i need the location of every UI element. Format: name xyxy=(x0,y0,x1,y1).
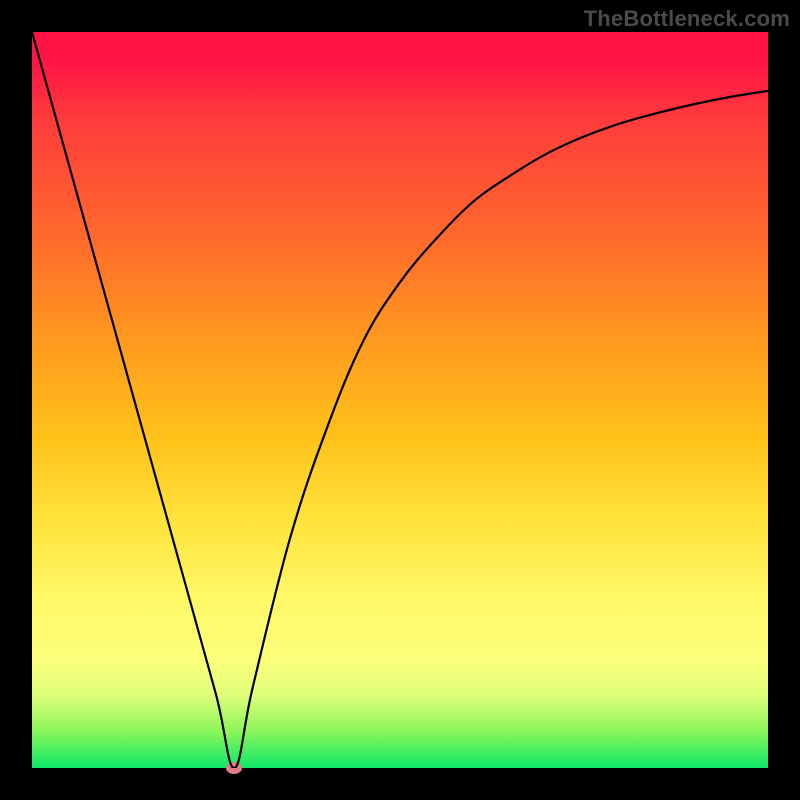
curve-path xyxy=(32,32,768,768)
plot-area xyxy=(32,32,768,768)
chart-frame: TheBottleneck.com xyxy=(0,0,800,800)
curve-svg xyxy=(32,32,768,768)
watermark-text: TheBottleneck.com xyxy=(584,6,790,32)
